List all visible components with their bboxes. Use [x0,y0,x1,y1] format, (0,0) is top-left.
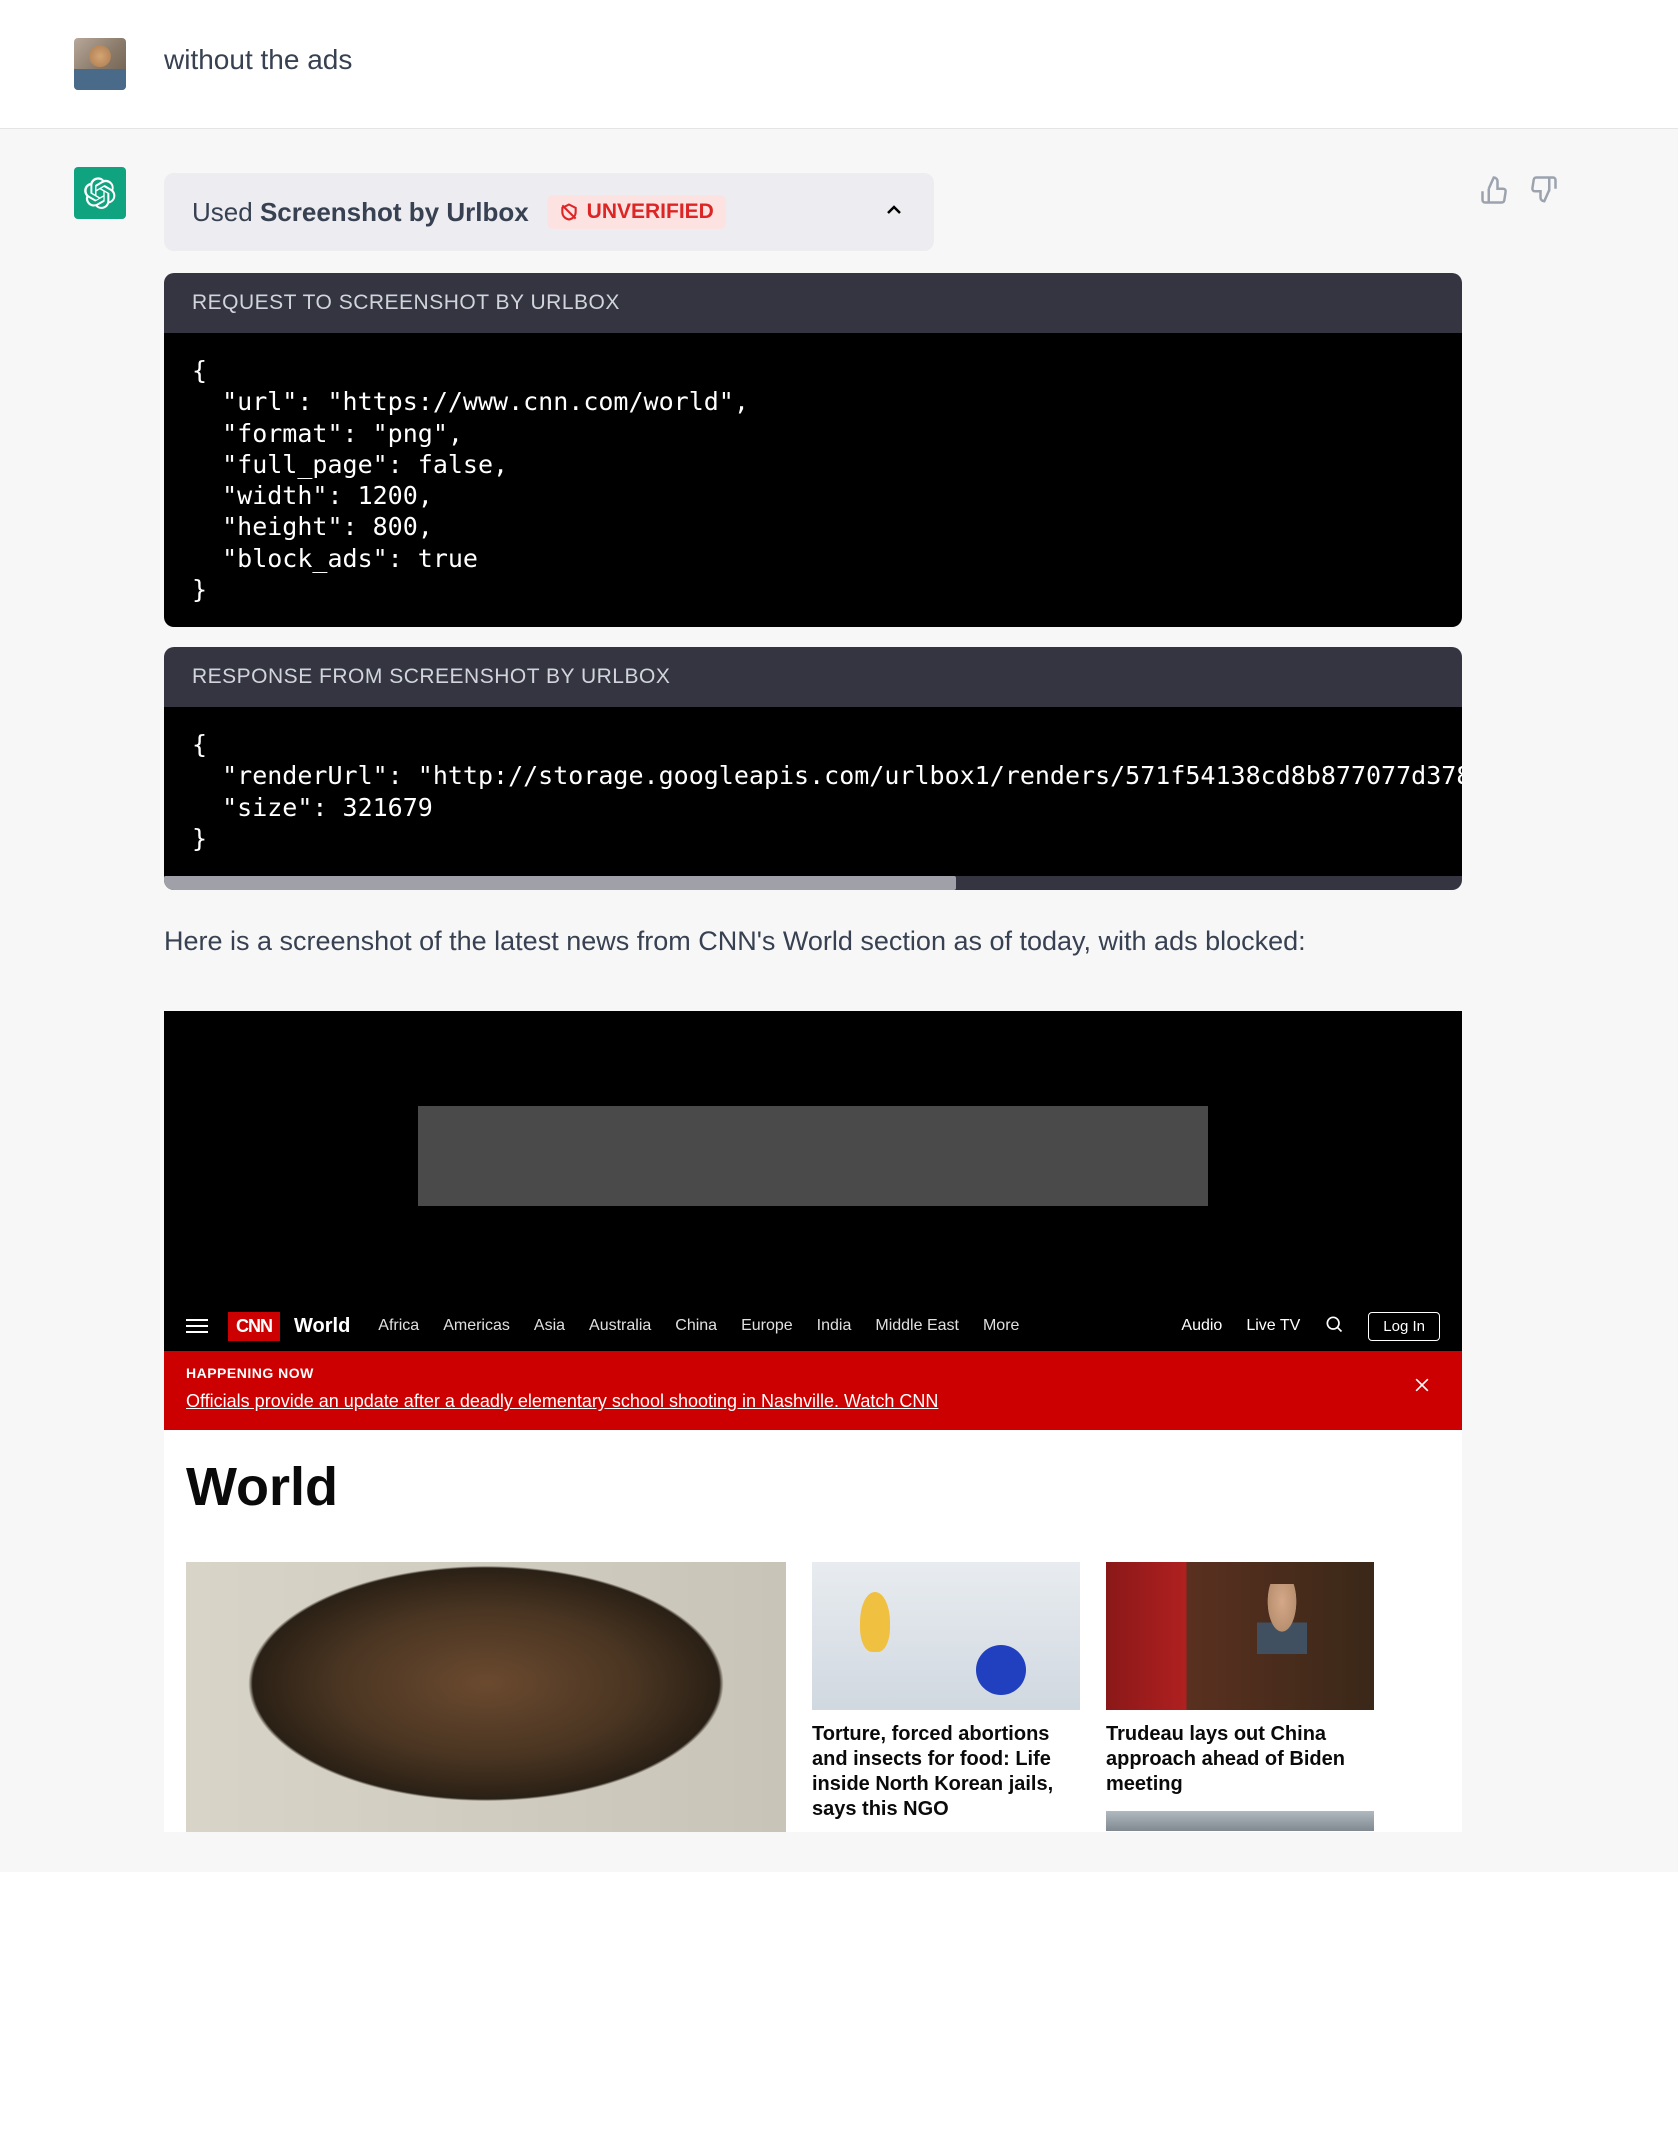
region-link[interactable]: Americas [443,1317,510,1335]
response-header: RESPONSE FROM SCREENSHOT BY URLBOX [164,647,1462,707]
banner-headline[interactable]: Officials provide an update after a dead… [186,1391,1440,1412]
region-link[interactable]: Australia [589,1317,651,1335]
user-avatar [74,38,126,90]
cnn-logo[interactable]: CNN [228,1312,280,1341]
response-code-block: RESPONSE FROM SCREENSHOT BY URLBOX { "re… [164,647,1462,890]
response-body[interactable]: { "renderUrl": "http://storage.googleapi… [164,707,1462,876]
page-title: World [186,1456,1440,1518]
request-code-block: REQUEST TO SCREENSHOT BY URLBOX { "url":… [164,273,1462,627]
scrollbar-thumb[interactable] [164,876,956,890]
thumbs-down-icon[interactable] [1528,175,1558,205]
plugin-used-label: Used Screenshot by Urlbox [192,197,529,228]
ad-placeholder [418,1106,1208,1206]
region-link[interactable]: India [817,1317,852,1335]
hamburger-icon[interactable] [186,1319,208,1333]
request-body[interactable]: { "url": "https://www.cnn.com/world", "f… [164,333,1462,627]
cnn-nav-bar: CNN World Africa Americas Asia Australia… [164,1301,1462,1351]
embedded-screenshot: CNN World Africa Americas Asia Australia… [164,1011,1462,1832]
story-headline[interactable]: Torture, forced abortions and insects fo… [812,1722,1080,1822]
region-link[interactable]: Africa [378,1317,419,1335]
audio-link[interactable]: Audio [1181,1317,1222,1335]
story-headline[interactable]: Trudeau lays out China approach ahead of… [1106,1722,1374,1797]
region-link[interactable]: Europe [741,1317,793,1335]
lead-story-image[interactable] [186,1562,786,1832]
login-button[interactable]: Log In [1368,1312,1440,1341]
region-link[interactable]: More [983,1317,1019,1335]
breaking-news-banner: HAPPENING NOW Officials provide an updat… [164,1351,1462,1430]
horizontal-scrollbar[interactable] [164,876,1462,890]
cnn-ad-region [164,1011,1462,1301]
message-actions [1480,175,1558,205]
plugin-header-bar[interactable]: Used Screenshot by Urlbox UNVERIFIED [164,173,934,251]
region-link[interactable]: Middle East [875,1317,959,1335]
story-image[interactable] [1106,1562,1374,1710]
user-message-text: without the ads [164,44,1480,76]
region-link[interactable]: Asia [534,1317,565,1335]
story-image[interactable] [812,1562,1080,1710]
region-link[interactable]: China [675,1317,717,1335]
close-icon[interactable] [1412,1375,1432,1400]
assistant-avatar [74,167,126,219]
livetv-link[interactable]: Live TV [1246,1317,1300,1335]
user-message-row: without the ads [0,0,1678,129]
chevron-up-icon[interactable] [882,198,906,227]
unverified-icon [559,202,579,222]
banner-label: HAPPENING NOW [186,1365,1440,1381]
unverified-badge: UNVERIFIED [547,195,726,229]
assistant-message-row: Used Screenshot by Urlbox UNVERIFIED REQ… [0,129,1678,1872]
request-header: REQUEST TO SCREENSHOT BY URLBOX [164,273,1462,333]
assistant-response-text: Here is a screenshot of the latest news … [164,920,1462,963]
story-image[interactable] [1106,1811,1374,1831]
thumbs-up-icon[interactable] [1480,175,1510,205]
cnn-section-label[interactable]: World [294,1315,350,1338]
search-icon[interactable] [1324,1314,1344,1339]
cnn-region-nav: Africa Americas Asia Australia China Eur… [378,1317,1019,1335]
